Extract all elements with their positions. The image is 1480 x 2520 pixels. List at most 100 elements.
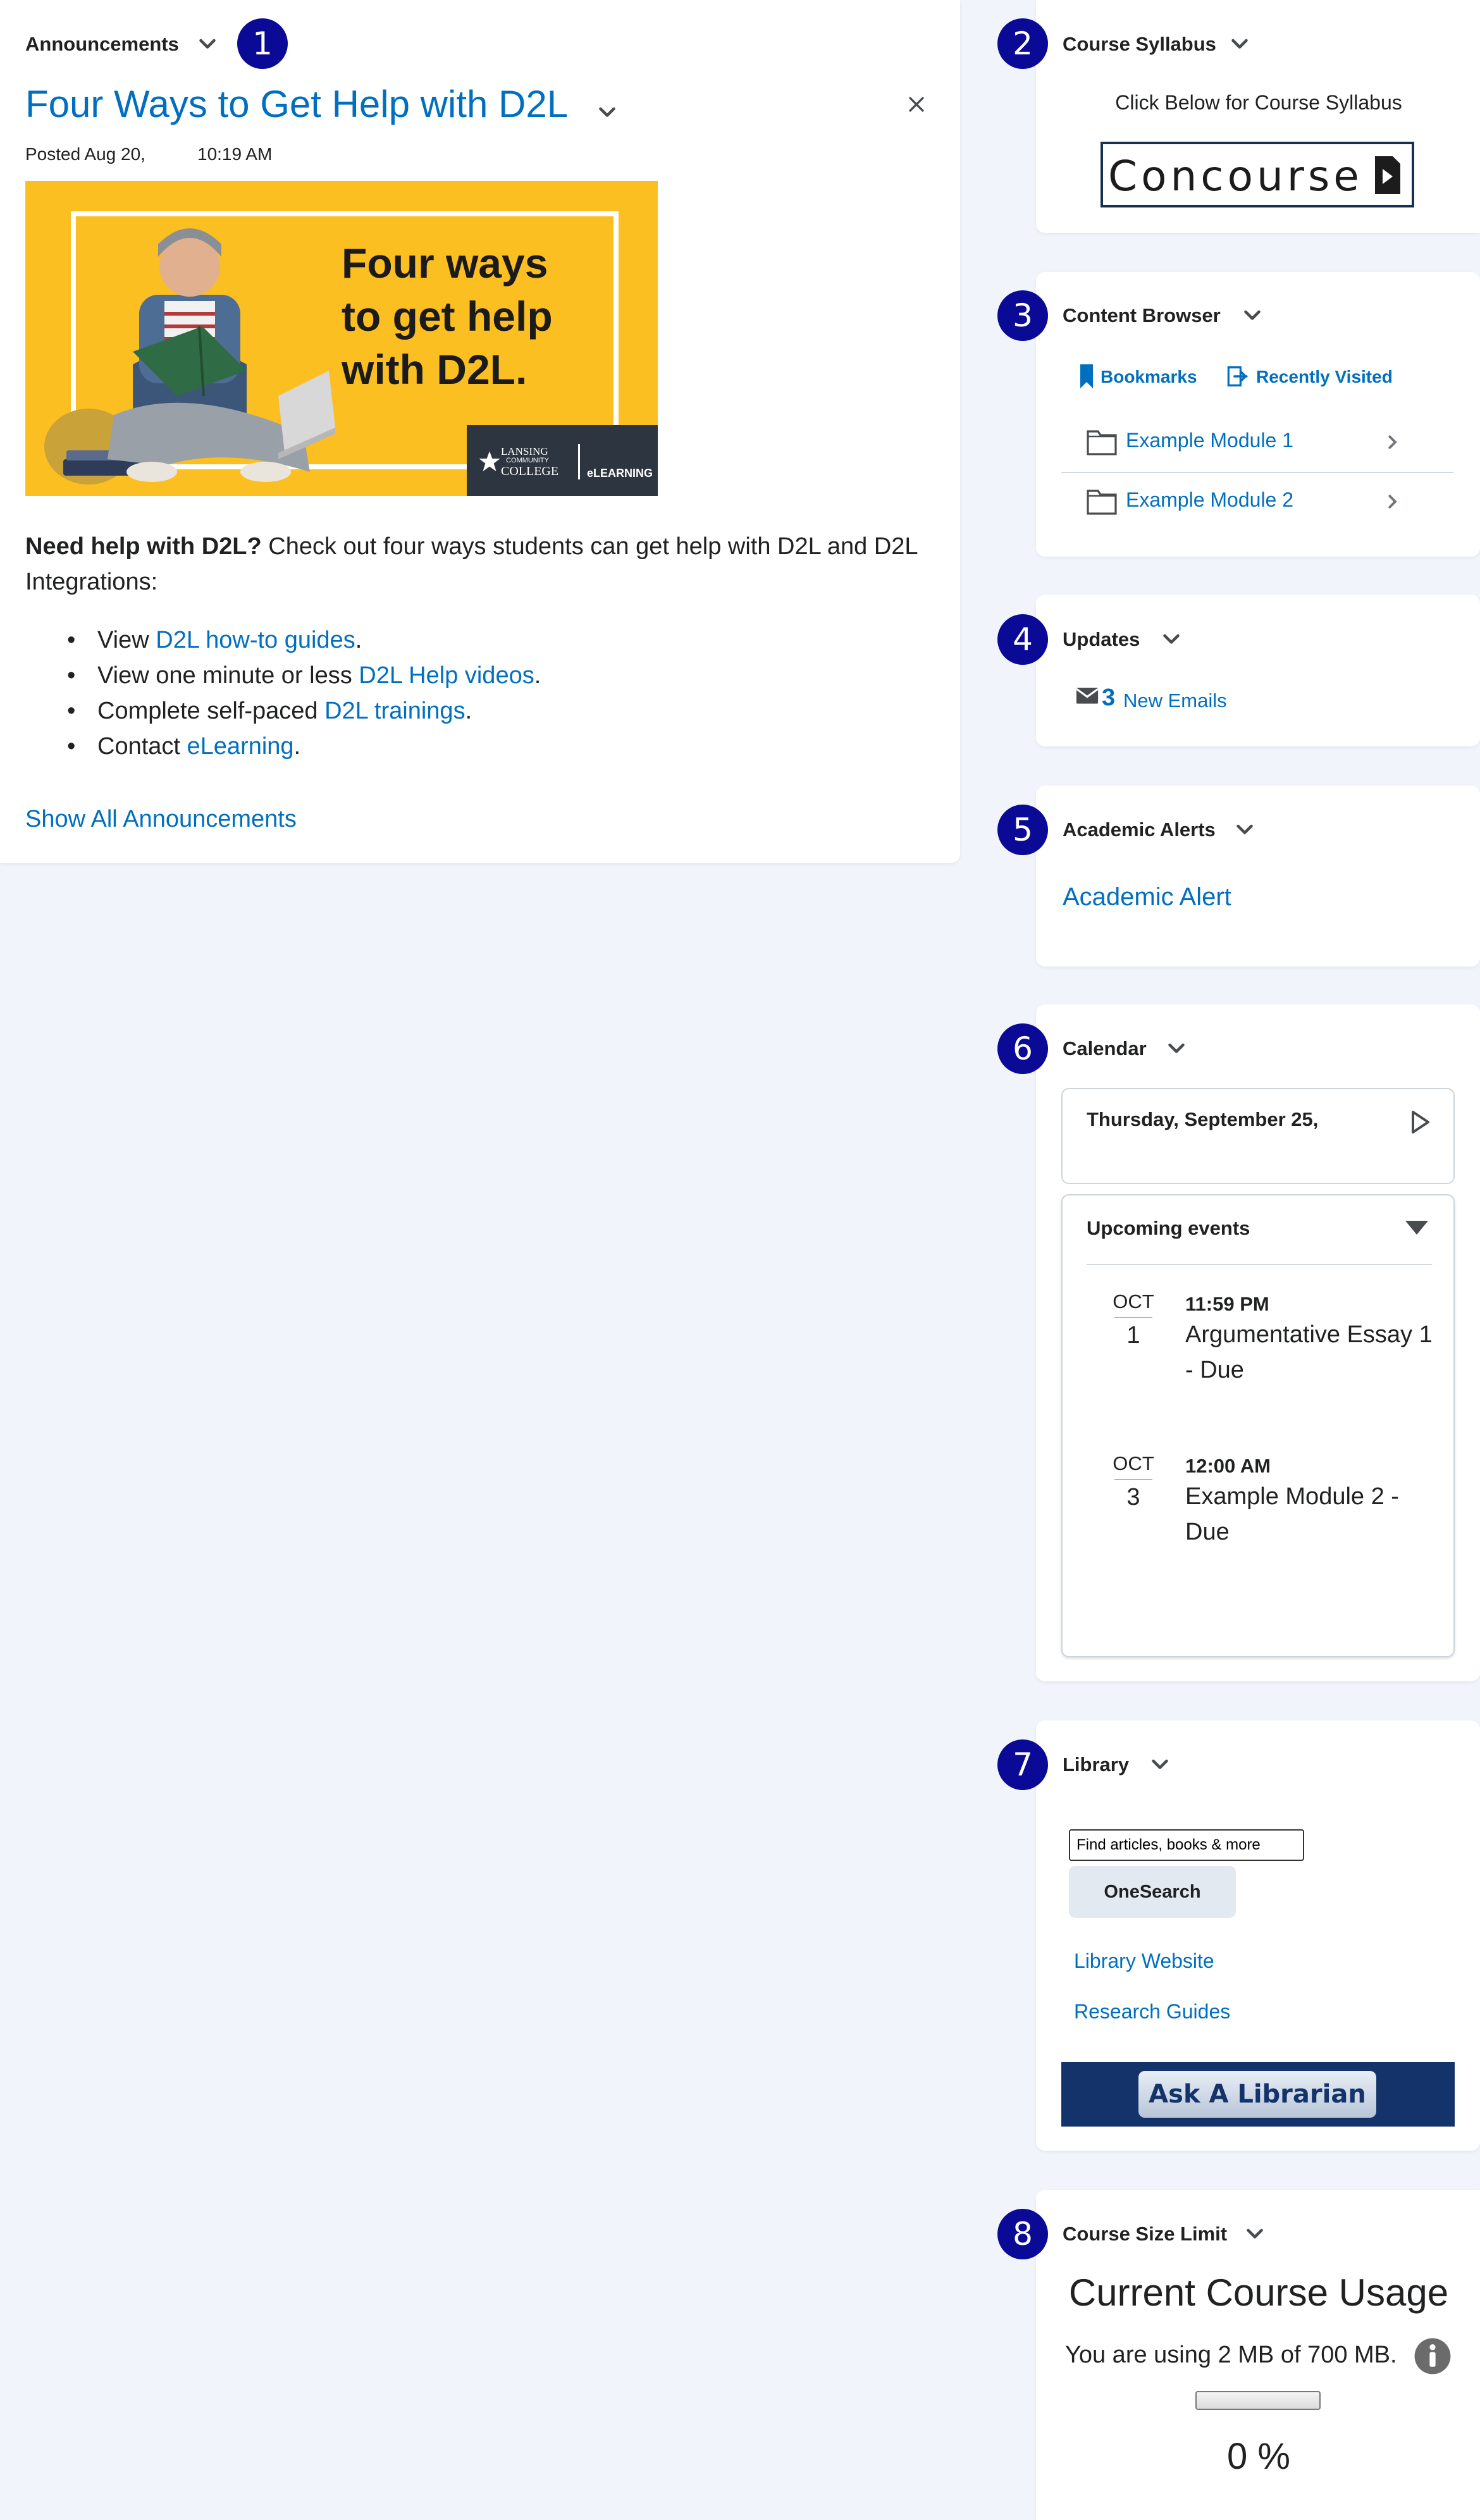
divider: [1087, 1264, 1432, 1265]
ask-a-librarian-banner[interactable]: ASK Ask A Librarian: [1061, 2062, 1455, 2127]
chevron-down-icon[interactable]: [196, 33, 219, 56]
list-item-punct: .: [293, 733, 301, 760]
logo-line-1: LANSING: [501, 445, 548, 457]
chevron-down-icon[interactable]: [1233, 818, 1256, 841]
module-name[interactable]: Example Module 2: [1126, 488, 1293, 512]
student-illustration: [44, 228, 335, 485]
event-time: 11:59 PM: [1185, 1293, 1269, 1315]
info-icon[interactable]: [1413, 2337, 1452, 2376]
date-selector[interactable]: Thursday, September 25,: [1061, 1088, 1455, 1184]
bookmarks-label[interactable]: Bookmarks: [1101, 367, 1197, 387]
upcoming-events-panel: Upcoming events OCT 1 11:59 PM Argumenta…: [1061, 1194, 1455, 1657]
syllabus-title: Course Syllabus: [1063, 33, 1216, 55]
announcement-title-link[interactable]: Four Ways to Get Help with D2L: [25, 82, 568, 126]
ask-a-librarian-button[interactable]: Ask A Librarian: [1138, 2071, 1376, 2118]
list-item-punct: .: [355, 627, 362, 653]
concourse-logo-text: Concourse: [1108, 152, 1363, 201]
event-item[interactable]: OCT 1 11:59 PM Argumentative Essay 1 - D…: [1063, 1290, 1452, 1436]
step-badge: 1: [237, 18, 288, 69]
event-item[interactable]: OCT 3 12:00 AM Example Module 2 - Due: [1063, 1452, 1452, 1598]
onesearch-button[interactable]: OneSearch: [1069, 1866, 1236, 1918]
folder-icon: [1087, 490, 1117, 515]
list-item-text: View one minute or less: [97, 662, 359, 689]
recently-visited-label[interactable]: Recently Visited: [1256, 367, 1393, 387]
updates-widget: [1036, 595, 1480, 746]
announcement-image: Four ways to get help with D2L. LANSING …: [25, 181, 658, 496]
chevron-right-icon[interactable]: [1383, 492, 1402, 511]
help-videos-link[interactable]: D2L Help videos: [359, 662, 534, 689]
event-date-divider: [1114, 1479, 1152, 1480]
step-badge: 5: [997, 805, 1048, 855]
course-size-title: Course Size Limit: [1063, 2223, 1228, 2245]
academic-alert-link[interactable]: Academic Alert: [1063, 883, 1231, 911]
chevron-down-icon[interactable]: [1228, 33, 1251, 56]
list-item: View one minute or less D2L Help videos.: [67, 658, 541, 693]
library-title: Library: [1063, 1753, 1130, 1776]
envelope-icon: [1075, 688, 1099, 704]
list-item-text: View: [97, 627, 156, 653]
logo-divider: [578, 444, 580, 479]
trainings-link[interactable]: D2L trainings: [324, 698, 466, 724]
list-item-punct: .: [534, 662, 541, 689]
star-icon: [479, 451, 500, 471]
list-item-punct: .: [465, 698, 472, 724]
research-guides-link[interactable]: Research Guides: [1074, 2000, 1230, 2023]
chevron-down-icon[interactable]: [596, 101, 619, 124]
help-list: View D2L how-to guides. View one minute …: [67, 622, 541, 764]
logo-line-3: COLLEGE: [501, 464, 559, 478]
email-count[interactable]: 3: [1102, 684, 1115, 712]
module-row[interactable]: Example Module 1: [1061, 414, 1453, 473]
updates-title: Updates: [1063, 628, 1140, 650]
posted-date: Posted Aug 20,: [25, 144, 145, 164]
usage-text: You are using 2 MB of 700 MB.: [1065, 2342, 1397, 2368]
concourse-logo-button[interactable]: Concourse: [1101, 142, 1414, 207]
caret-down-icon[interactable]: [1404, 1220, 1429, 1236]
academic-alerts-widget: [1036, 786, 1480, 967]
step-badge: 6: [997, 1023, 1048, 1074]
document-icon: [1375, 156, 1400, 194]
chevron-down-icon[interactable]: [1149, 1753, 1171, 1776]
event-title[interactable]: Argumentative Essay 1 - Due: [1185, 1317, 1438, 1388]
chevron-down-icon[interactable]: [1165, 1037, 1188, 1060]
module-name[interactable]: Example Module 1: [1126, 429, 1293, 452]
how-to-guides-link[interactable]: D2L how-to guides: [156, 627, 355, 653]
list-item: View D2L how-to guides.: [67, 622, 541, 658]
logo-elearning: eLEARNING: [587, 467, 653, 479]
folder-icon: [1087, 430, 1117, 455]
upcoming-events-label: Upcoming events: [1087, 1217, 1250, 1239]
posted-time: 10:19 AM: [197, 144, 273, 164]
recent-icon: [1227, 366, 1248, 386]
list-item: Complete self-paced D2L trainings.: [67, 693, 541, 729]
event-month: OCT: [1113, 1452, 1154, 1474]
announcement-title[interactable]: Four Ways to Get Help with D2L: [25, 83, 568, 125]
syllabus-caption: Click Below for Course Syllabus: [1115, 91, 1402, 114]
elearning-link[interactable]: eLearning: [187, 733, 294, 760]
event-month: OCT: [1113, 1290, 1154, 1312]
chevron-down-icon[interactable]: [1241, 304, 1264, 327]
show-all-announcements-link[interactable]: Show All Announcements: [25, 806, 297, 833]
event-day: 3: [1126, 1484, 1140, 1510]
module-row[interactable]: Example Module 2: [1061, 473, 1453, 531]
logo-line-2: COMMUNITY: [506, 457, 549, 464]
announcements-title: Announcements: [25, 33, 179, 55]
content-browser-title: Content Browser: [1063, 304, 1221, 326]
chevron-right-icon[interactable]: [1383, 433, 1402, 452]
event-date-divider: [1114, 1317, 1152, 1318]
play-right-icon[interactable]: [1409, 1109, 1431, 1135]
step-badge: 4: [997, 614, 1048, 665]
calendar-title: Calendar: [1063, 1037, 1147, 1059]
step-badge: 7: [997, 1739, 1048, 1790]
library-search-input[interactable]: [1069, 1829, 1304, 1861]
chevron-down-icon[interactable]: [1160, 628, 1183, 651]
college-logo: LANSING COMMUNITY COLLEGE eLEARNING: [467, 425, 658, 496]
step-badge: 3: [997, 290, 1048, 341]
usage-progress-bar: [1195, 2391, 1321, 2410]
close-icon[interactable]: [906, 94, 927, 115]
academic-alerts-title: Academic Alerts: [1063, 818, 1216, 841]
hero-headline: Four ways to get help with D2L.: [342, 240, 553, 393]
library-website-link[interactable]: Library Website: [1074, 1949, 1214, 1973]
chevron-down-icon[interactable]: [1243, 2223, 1266, 2245]
event-title[interactable]: Example Module 2 - Due: [1185, 1479, 1438, 1550]
email-label[interactable]: New Emails: [1123, 689, 1227, 712]
usage-heading: Current Course Usage: [1068, 2271, 1449, 2314]
